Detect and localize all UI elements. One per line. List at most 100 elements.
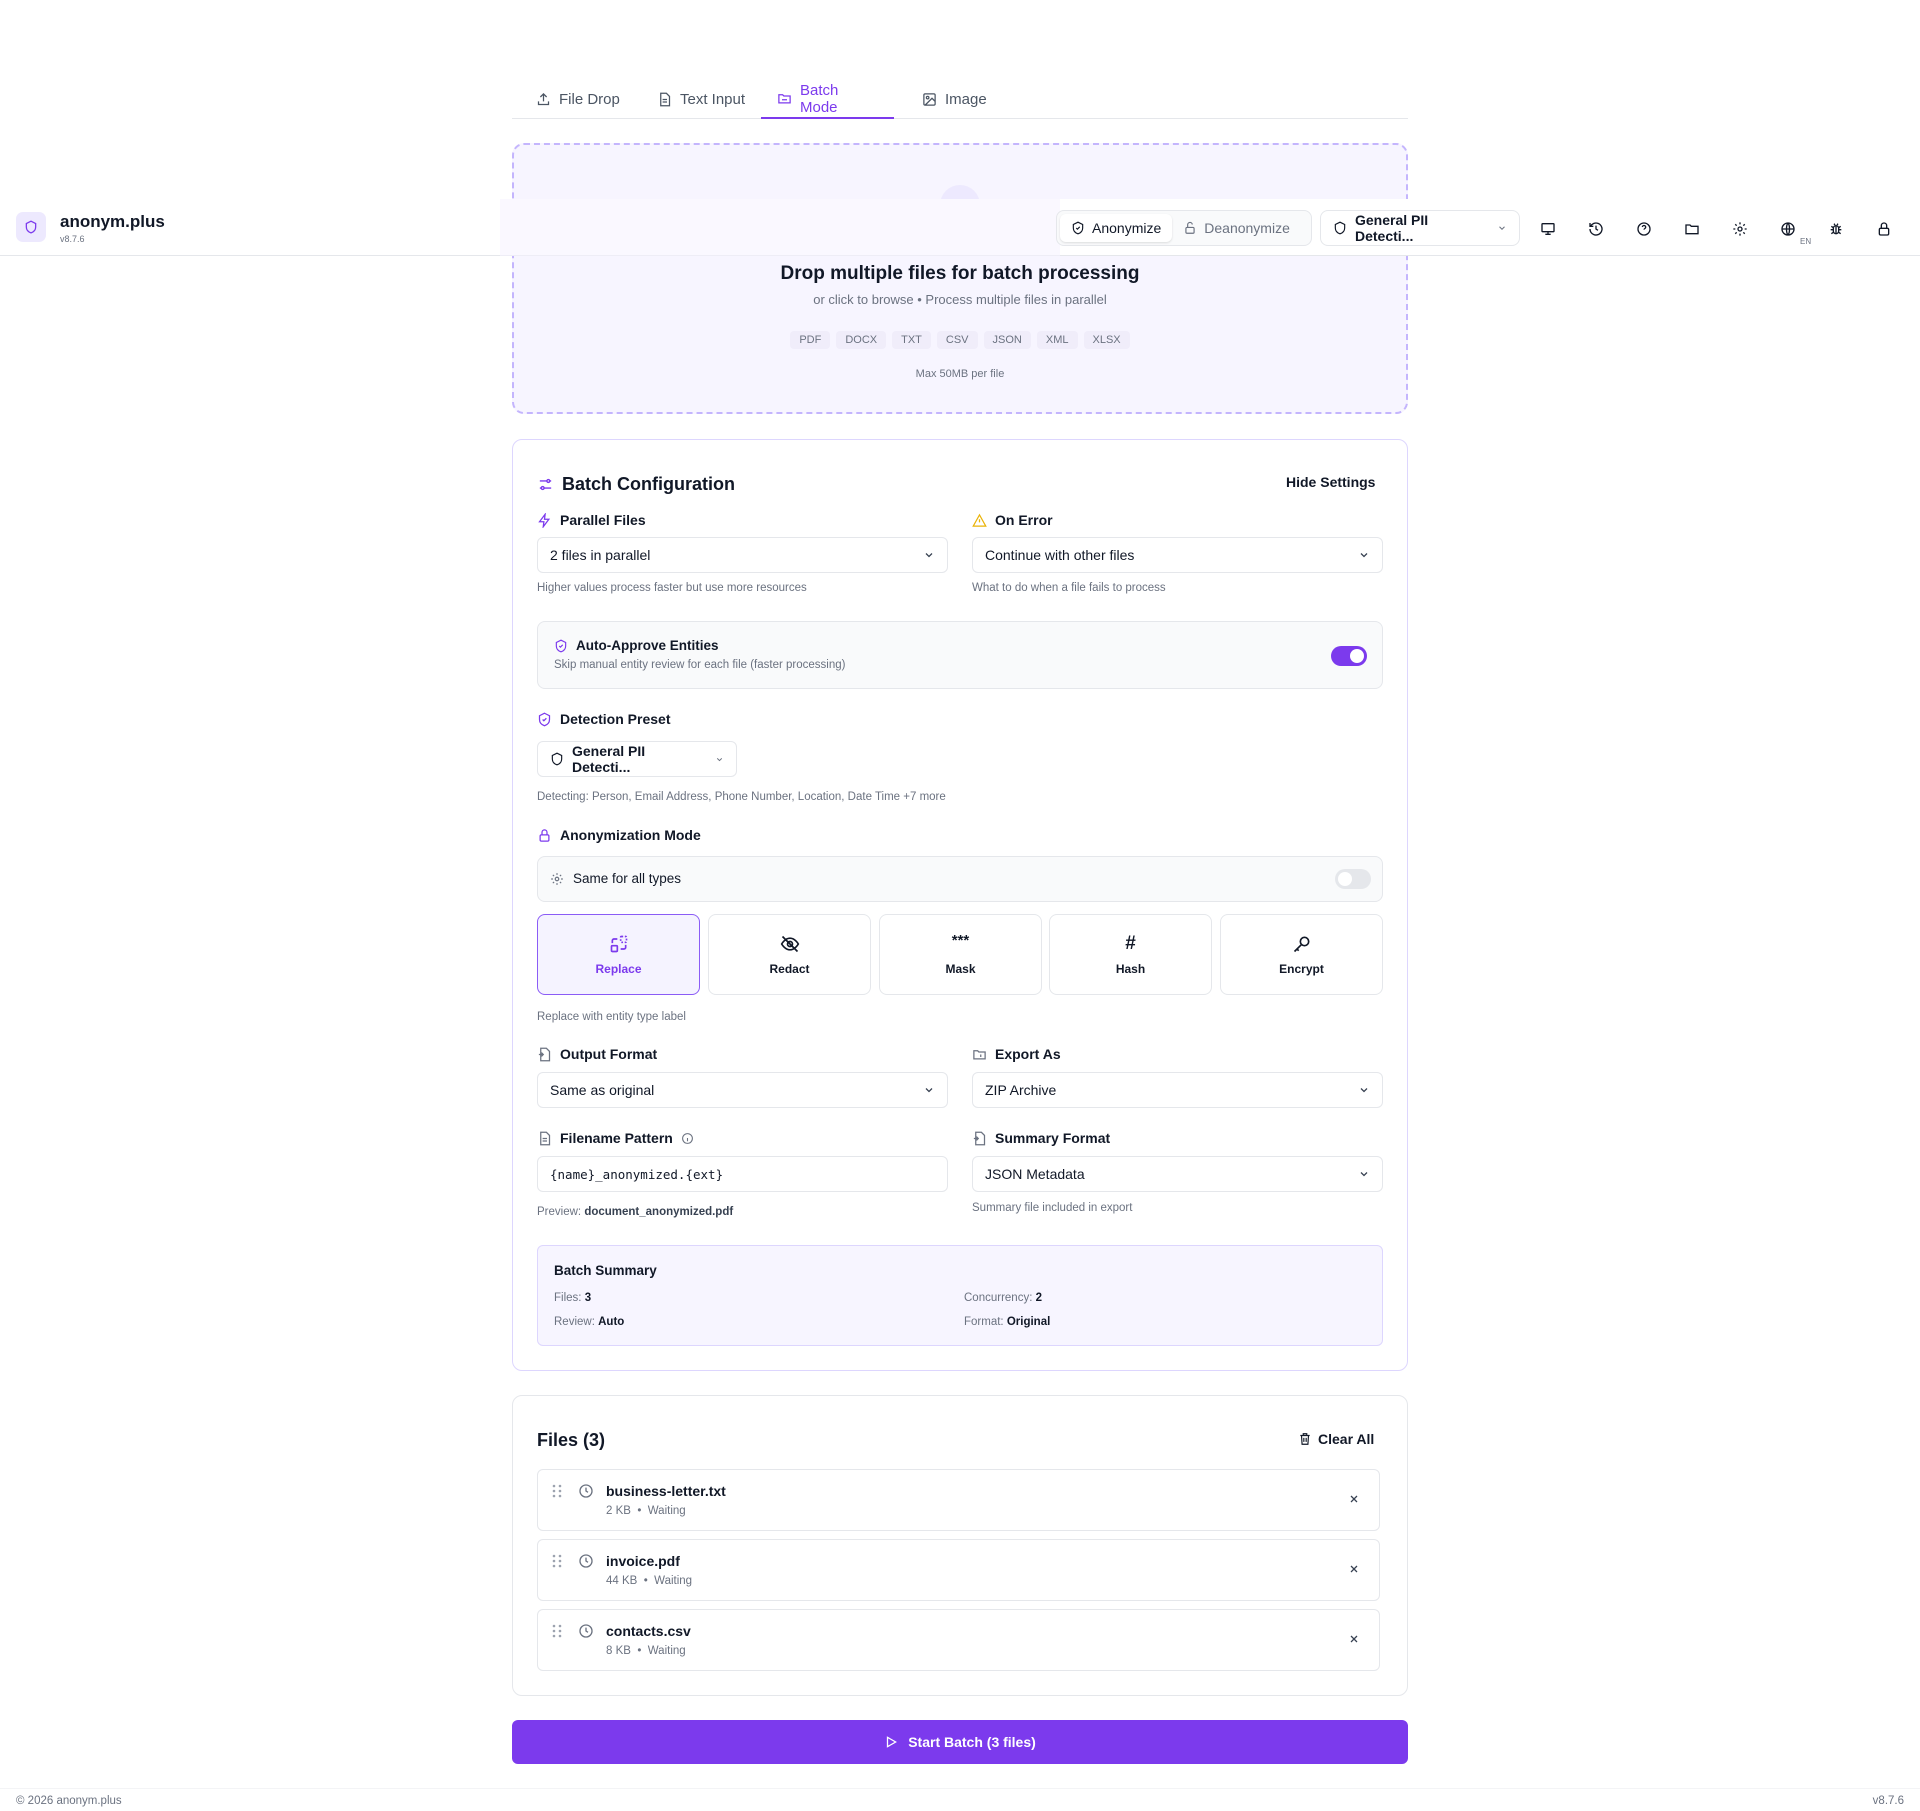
summary-value: Original <box>1006 1316 1051 1328</box>
tab-image[interactable]: Image <box>906 80 1003 119</box>
clock-icon <box>578 1483 594 1499</box>
same-for-all-toggle[interactable] <box>1335 869 1371 889</box>
files-card: Files (3) Clear All business-letter.txt … <box>512 1395 1408 1696</box>
anonymization-mode-label: Anonymization Mode <box>537 827 701 843</box>
auto-approve-title: Auto-Approve Entities <box>554 638 719 653</box>
hash-icon: # <box>1125 932 1136 954</box>
start-batch-label: Start Batch (3 files) <box>908 1734 1036 1750</box>
export-as-label: Export As <box>972 1046 1061 1062</box>
file-row[interactable]: contacts.csv 8 KB • Waiting <box>537 1609 1380 1671</box>
batch-dropzone[interactable]: Drop multiple files for batch processing… <box>512 143 1408 414</box>
preset-label: General PII Detecti... <box>1355 212 1429 244</box>
chevron-down-icon <box>715 755 724 764</box>
tab-batch-mode[interactable]: Batch Mode <box>761 80 894 119</box>
config-title-text: Batch Configuration <box>562 474 735 494</box>
parallel-files-select[interactable]: 2 files in parallel <box>537 537 948 573</box>
format-chip: DOCX <box>836 331 887 349</box>
auto-approve-panel: Auto-Approve Entities Skip manual entity… <box>537 621 1383 689</box>
info-icon[interactable] <box>681 1132 694 1145</box>
header-preset-dropdown[interactable]: General PII Detecti... <box>1320 210 1520 246</box>
filename-pattern-input[interactable]: {name}_anonymized.{ext} <box>537 1156 948 1192</box>
folders-icon <box>777 91 792 106</box>
select-value: Same as original <box>550 1082 655 1098</box>
summary-format-select[interactable]: JSON Metadata <box>972 1156 1383 1192</box>
summary-concurrency: Concurrency: 2 <box>964 1292 1042 1304</box>
mode-redact-button[interactable]: Redact <box>708 914 871 995</box>
dropzone-subtitle: or click to browse • Process multiple fi… <box>813 292 1107 307</box>
summary-files: Files: 3 <box>554 1292 591 1304</box>
title-text: Auto-Approve Entities <box>576 638 719 653</box>
clear-all-label: Clear All <box>1318 1431 1375 1447</box>
drag-handle-icon[interactable] <box>552 1484 562 1498</box>
monitor-icon[interactable] <box>1537 218 1559 240</box>
label-text: Detection Preset <box>560 711 671 727</box>
file-convert-icon <box>537 1047 552 1062</box>
deanonymize-button[interactable]: Deanonymize <box>1172 214 1301 242</box>
drag-handle-icon[interactable] <box>552 1554 562 1568</box>
clear-all-button[interactable]: Clear All <box>1298 1431 1374 1447</box>
key-icon <box>1292 934 1312 954</box>
clock-icon <box>578 1553 594 1569</box>
bug-icon[interactable] <box>1825 218 1847 240</box>
file-row[interactable]: business-letter.txt 2 KB • Waiting <box>537 1469 1380 1531</box>
export-as-select[interactable]: ZIP Archive <box>972 1072 1383 1108</box>
chevron-down-icon <box>1358 1168 1370 1180</box>
select-value: General PII Detecti... <box>572 743 646 775</box>
lock-icon[interactable] <box>1873 218 1895 240</box>
help-icon[interactable] <box>1633 218 1655 240</box>
select-value: ZIP Archive <box>985 1082 1057 1098</box>
tab-text-input[interactable]: Text Input <box>641 80 761 119</box>
format-chip: TXT <box>892 331 931 349</box>
settings-icon[interactable] <box>1729 218 1751 240</box>
play-icon <box>884 1735 898 1749</box>
remove-file-icon[interactable] <box>1348 1563 1360 1575</box>
folder-icon[interactable] <box>1681 218 1703 240</box>
label-text: On Error <box>995 512 1053 528</box>
format-chip: CSV <box>936 331 978 349</box>
files-title: Files (3) <box>537 1430 606 1450</box>
output-format-select[interactable]: Same as original <box>537 1072 948 1108</box>
mode-mask-button[interactable]: *** Mask <box>879 914 1042 995</box>
file-meta: 44 KB • Waiting <box>606 1575 693 1587</box>
filename-pattern-label: Filename Pattern <box>537 1130 694 1146</box>
app-logo[interactable] <box>16 212 46 242</box>
gear-icon <box>550 872 564 886</box>
lock-icon <box>537 828 552 843</box>
mode-encrypt-button[interactable]: Encrypt <box>1220 914 1383 995</box>
remove-file-icon[interactable] <box>1348 1633 1360 1645</box>
hide-settings-button[interactable]: Hide Settings <box>1286 474 1375 490</box>
mode-replace-button[interactable]: Replace <box>537 914 700 995</box>
summary-key: Files: <box>554 1292 582 1304</box>
tab-bar: File Drop Text Input Batch Mode Image <box>512 80 1408 119</box>
clock-icon <box>578 1623 594 1639</box>
anonymize-button[interactable]: Anonymize <box>1060 214 1173 242</box>
batch-configuration-card: Batch Configuration Hide Settings Parall… <box>512 439 1408 1371</box>
file-row[interactable]: invoice.pdf 44 KB • Waiting <box>537 1539 1380 1601</box>
start-batch-button[interactable]: Start Batch (3 files) <box>512 1720 1408 1764</box>
summary-key: Format: <box>964 1316 1004 1328</box>
label-text: Anonymization Mode <box>560 827 701 843</box>
folder-archive-icon <box>972 1047 987 1062</box>
label-text: Parallel Files <box>560 512 646 528</box>
tab-file-drop[interactable]: File Drop <box>520 80 636 119</box>
globe-icon[interactable] <box>1777 218 1799 240</box>
auto-approve-desc: Skip manual entity review for each file … <box>554 659 846 671</box>
file-convert-icon <box>972 1131 987 1146</box>
select-value: JSON Metadata <box>985 1166 1085 1182</box>
app-name: anonym.plus <box>60 212 165 231</box>
auto-approve-toggle[interactable] <box>1331 646 1367 666</box>
history-icon[interactable] <box>1585 218 1607 240</box>
drag-handle-icon[interactable] <box>552 1624 562 1638</box>
summary-value: 3 <box>584 1292 592 1304</box>
remove-file-icon[interactable] <box>1348 1493 1360 1505</box>
tab-label: Image <box>945 91 987 108</box>
tab-label: Text Input <box>680 91 746 108</box>
detection-hint: Detecting: Person, Email Address, Phone … <box>537 791 946 803</box>
summary-key: Concurrency: <box>964 1292 1033 1304</box>
detection-preset-select[interactable]: General PII Detecti... <box>537 741 737 777</box>
detection-preset-label: Detection Preset <box>537 711 670 727</box>
file-name: business-letter.txt <box>606 1483 726 1499</box>
format-chips: PDF DOCX TXT CSV JSON XML XLSX <box>514 331 1406 349</box>
on-error-select[interactable]: Continue with other files <box>972 537 1383 573</box>
mode-hash-button[interactable]: # Hash <box>1049 914 1212 995</box>
